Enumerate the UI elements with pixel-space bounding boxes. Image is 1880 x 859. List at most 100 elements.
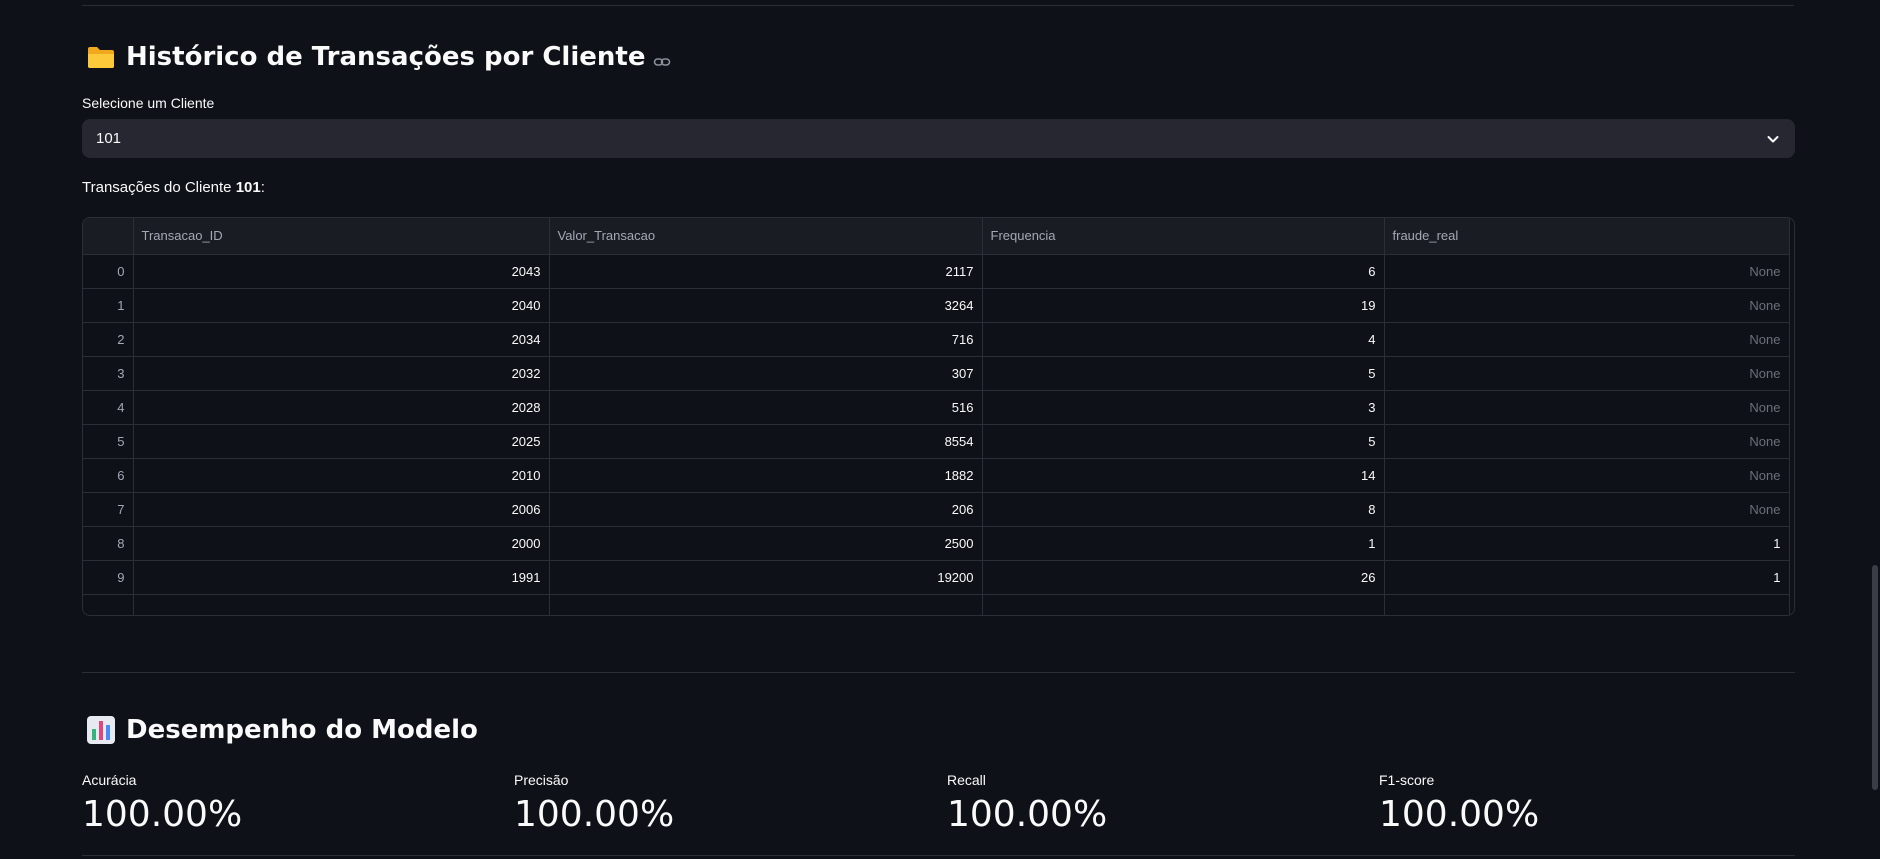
table-cell[interactable]: 2006 [133,492,550,527]
table-cell[interactable]: 1 [982,526,1385,561]
table-row[interactable]: 8 2000 2500 1 1 [83,526,1790,561]
folder-icon [86,42,116,72]
table-cell[interactable]: 2040 [133,288,550,323]
table-row-partial [83,594,1790,615]
table-cell[interactable]: 2043 [133,254,550,289]
bar-chart-icon [86,715,116,745]
column-header[interactable]: fraude_real [1384,218,1790,255]
table-cell[interactable]: None [1384,390,1790,425]
section-header-performance: Desempenho do Modelo [86,715,478,745]
client-select[interactable]: 101 [82,119,1795,158]
metric-label: Precisão [514,772,569,788]
table-cell[interactable]: 5 [982,424,1385,459]
column-header[interactable]: Valor_Transacao [549,218,983,255]
caption-prefix: Transações do Cliente [82,179,236,196]
client-select-value: 101 [96,130,122,147]
table-cell[interactable]: 2032 [133,356,550,391]
table-cell[interactable]: None [1384,322,1790,357]
index-header [83,218,134,255]
table-cell[interactable]: 2117 [549,254,983,289]
row-index: 1 [83,288,134,323]
table-cell[interactable]: 14 [982,458,1385,493]
table-cell [1384,594,1790,615]
table-cell[interactable]: 1 [1384,560,1790,595]
table-cell[interactable]: 4 [982,322,1385,357]
table-row[interactable]: 4 2028 516 3 None [83,390,1790,425]
table-cell[interactable]: 19200 [549,560,983,595]
table-row[interactable]: 9 1991 19200 26 1 [83,560,1790,595]
table-row[interactable]: 1 2040 3264 19 None [83,288,1790,323]
scrollbar-thumb[interactable] [1872,565,1878,790]
table-cell[interactable]: None [1384,356,1790,391]
metric-label: Acurácia [82,772,137,788]
table-cell[interactable]: None [1384,458,1790,493]
metric-value: 100.00% [82,794,243,835]
transactions-table[interactable]: Transacao_ID Valor_Transacao Frequencia … [82,217,1795,616]
metric-label: F1-score [1379,772,1435,788]
metric-label: Recall [947,772,986,788]
table-cell [549,594,983,615]
divider [82,5,1794,6]
row-index: 6 [83,458,134,493]
table-cell[interactable]: 206 [549,492,983,527]
table-cell[interactable]: 2500 [549,526,983,561]
table-cell[interactable]: 19 [982,288,1385,323]
divider [82,855,1795,856]
table-row[interactable]: 3 2032 307 5 None [83,356,1790,391]
table-cell[interactable]: None [1384,424,1790,459]
metric-value: 100.00% [947,794,1108,835]
column-header[interactable]: Frequencia [982,218,1385,255]
section-header-history: Histórico de Transações por Cliente [86,42,671,72]
table-cell[interactable]: 8554 [549,424,983,459]
link-icon[interactable] [653,48,671,66]
row-index: 3 [83,356,134,391]
metric-recall: Recall 100.00% [947,772,1107,835]
table-cell[interactable]: 2034 [133,322,550,357]
row-index: 7 [83,492,134,527]
table-cell[interactable]: 1991 [133,560,550,595]
table-cell[interactable]: 2025 [133,424,550,459]
table-row[interactable]: 2 2034 716 4 None [83,322,1790,357]
metric-precision: Precisão 100.00% [514,772,674,835]
row-index [83,594,134,615]
table-cell[interactable]: 2010 [133,458,550,493]
table-cell[interactable]: 6 [982,254,1385,289]
table-row[interactable]: 6 2010 1882 14 None [83,458,1790,493]
caption-client: 101 [235,179,261,196]
table-cell[interactable]: 1882 [549,458,983,493]
table-cell[interactable]: 1 [1384,526,1790,561]
table-cell[interactable]: None [1384,492,1790,527]
page: Histórico de Transações por Cliente Sele… [0,0,1880,859]
chevron-down-icon[interactable] [1765,131,1781,147]
table-cell[interactable]: None [1384,288,1790,323]
table-cell[interactable]: 2028 [133,390,550,425]
table-cell[interactable]: 307 [549,356,983,391]
table-row[interactable]: 5 2025 8554 5 None [83,424,1790,459]
row-index: 9 [83,560,134,595]
table-cell [133,594,550,615]
table-cell[interactable]: 26 [982,560,1385,595]
table-cell[interactable]: 5 [982,356,1385,391]
table-cell[interactable]: 8 [982,492,1385,527]
table-row[interactable]: 0 2043 2117 6 None [83,254,1790,289]
table-cell[interactable]: 3 [982,390,1385,425]
select-label: Selecione um Cliente [82,95,215,111]
table-cell[interactable]: 716 [549,322,983,357]
table-cell [982,594,1385,615]
metric-value: 100.00% [1379,794,1540,835]
table-header-row: Transacao_ID Valor_Transacao Frequencia … [83,218,1790,255]
row-index: 8 [83,526,134,561]
table-cell[interactable]: None [1384,254,1790,289]
metric-accuracy: Acurácia 100.00% [82,772,242,835]
table-cell[interactable]: 2000 [133,526,550,561]
section-title: Desempenho do Modelo [126,715,478,745]
divider [82,672,1795,673]
table-cell[interactable]: 516 [549,390,983,425]
row-index: 2 [83,322,134,357]
column-header[interactable]: Transacao_ID [133,218,550,255]
scrollbar[interactable] [1870,0,1880,859]
table-row[interactable]: 7 2006 206 8 None [83,492,1790,527]
table-cell[interactable]: 3264 [549,288,983,323]
metric-value: 100.00% [514,794,675,835]
table-caption: Transações do Cliente 101: [82,179,265,196]
